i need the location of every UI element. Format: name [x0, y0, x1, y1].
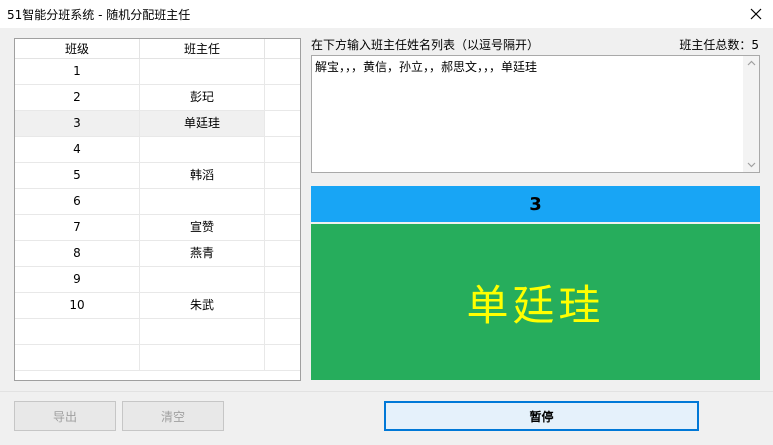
table-row[interactable]: 7 宣赞 [15, 215, 300, 241]
teacher-count-label: 班主任总数： [679, 38, 752, 52]
header-class[interactable]: 班级 [15, 39, 140, 59]
teacher-cell[interactable] [140, 345, 265, 370]
header-filler [265, 39, 300, 59]
class-cell[interactable]: 5 [15, 163, 140, 188]
filler-cell [265, 111, 300, 136]
table-row[interactable]: 9 [15, 267, 300, 293]
grid-header: 班级 班主任 [15, 39, 300, 59]
filler-cell [265, 293, 300, 318]
teacher-count: 班主任总数：5 [679, 36, 759, 53]
class-cell[interactable] [15, 345, 140, 370]
class-cell[interactable]: 2 [15, 85, 140, 110]
table-row[interactable]: 4 [15, 137, 300, 163]
filler-cell [265, 215, 300, 240]
current-teacher-name: 单廷珪 [311, 224, 760, 380]
window-title: 51智能分班系统 - 随机分配班主任 [7, 8, 191, 22]
filler-cell [265, 319, 300, 344]
teacher-cell[interactable]: 韩滔 [140, 163, 265, 188]
filler-cell [265, 85, 300, 110]
clear-button[interactable]: 清空 [122, 401, 224, 431]
footer-divider [0, 391, 773, 392]
table-row[interactable]: 3 单廷珪 [15, 111, 300, 137]
class-cell[interactable]: 8 [15, 241, 140, 266]
teacher-names-input[interactable]: 解宝，，，黄信，孙立，，郝思文，，，单廷珪 [311, 55, 760, 173]
current-class-number: 3 [311, 186, 760, 222]
teacher-cell[interactable]: 宣赞 [140, 215, 265, 240]
class-teacher-grid[interactable]: 班级 班主任 1 2 彭玘 3 单廷珪 4 5 韩滔 6 7 宣赞 8 燕青 9 10 朱武 [14, 38, 301, 381]
teacher-count-value: 5 [751, 38, 759, 52]
teacher-cell[interactable]: 单廷珪 [140, 111, 265, 136]
export-button[interactable]: 导出 [14, 401, 116, 431]
close-button[interactable] [739, 0, 773, 28]
title-bar: 51智能分班系统 - 随机分配班主任 [0, 0, 773, 28]
filler-cell [265, 241, 300, 266]
scroll-down-icon[interactable] [746, 160, 756, 170]
class-cell[interactable]: 1 [15, 59, 140, 84]
teacher-cell[interactable]: 朱武 [140, 293, 265, 318]
filler-cell [265, 137, 300, 162]
class-cell[interactable]: 9 [15, 267, 140, 292]
table-row[interactable] [15, 319, 300, 345]
filler-cell [265, 267, 300, 292]
class-cell[interactable]: 3 [15, 111, 140, 136]
names-scrollbar[interactable] [743, 56, 759, 172]
filler-cell [265, 59, 300, 84]
table-row[interactable]: 2 彭玘 [15, 85, 300, 111]
table-row[interactable]: 6 [15, 189, 300, 215]
scroll-up-icon[interactable] [746, 58, 756, 68]
table-row[interactable] [15, 345, 300, 371]
class-cell[interactable]: 7 [15, 215, 140, 240]
filler-cell [265, 163, 300, 188]
class-cell[interactable] [15, 319, 140, 344]
teacher-cell[interactable] [140, 137, 265, 162]
pause-button[interactable]: 暂停 [384, 401, 699, 431]
table-row[interactable]: 10 朱武 [15, 293, 300, 319]
filler-cell [265, 345, 300, 370]
teacher-cell[interactable] [140, 267, 265, 292]
header-teacher[interactable]: 班主任 [140, 39, 265, 59]
teacher-cell[interactable]: 燕青 [140, 241, 265, 266]
class-cell[interactable]: 4 [15, 137, 140, 162]
class-cell[interactable]: 10 [15, 293, 140, 318]
table-row[interactable]: 8 燕青 [15, 241, 300, 267]
teacher-cell[interactable] [140, 59, 265, 84]
teacher-cell[interactable]: 彭玘 [140, 85, 265, 110]
close-icon [750, 8, 762, 20]
table-row[interactable]: 1 [15, 59, 300, 85]
names-input-label: 在下方输入班主任姓名列表（以逗号隔开） [311, 38, 540, 52]
teacher-cell[interactable] [140, 189, 265, 214]
filler-cell [265, 189, 300, 214]
table-row[interactable]: 5 韩滔 [15, 163, 300, 189]
class-cell[interactable]: 6 [15, 189, 140, 214]
grid-body: 1 2 彭玘 3 单廷珪 4 5 韩滔 6 7 宣赞 8 燕青 9 10 朱武 [15, 59, 300, 371]
teacher-cell[interactable] [140, 319, 265, 344]
